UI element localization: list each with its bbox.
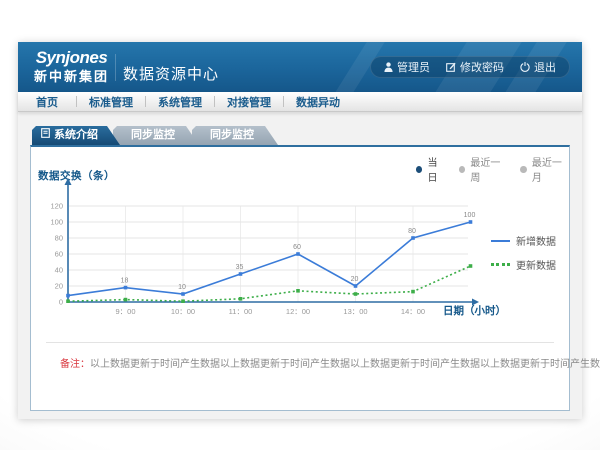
svg-text:100: 100 (50, 218, 63, 227)
page-title: 数据资源中心 (123, 63, 219, 84)
edit-icon (446, 62, 456, 72)
svg-text:14：00: 14：00 (401, 307, 425, 316)
nav-item-standard-mgmt[interactable]: 标准管理 (77, 94, 145, 110)
nav-item-data-change[interactable]: 数据异动 (284, 94, 352, 110)
nav-item-home[interactable]: 首页 (18, 94, 76, 110)
svg-text:120: 120 (50, 202, 63, 211)
svg-text:60: 60 (293, 244, 301, 251)
tab-label: 同步监控 (131, 126, 175, 145)
tab-bar: 系统介绍 同步监控 同步监控 (32, 126, 278, 145)
user-menu-admin-label: 管理员 (397, 59, 430, 75)
svg-text:0: 0 (59, 298, 63, 307)
x-axis-title: 日期（小时） (443, 303, 506, 318)
chart-legend: 新增数据 更新数据 (491, 233, 556, 281)
svg-text:35: 35 (236, 264, 244, 271)
svg-text:18: 18 (121, 278, 129, 285)
app-window: Synjones 新中新集团 数据资源中心 管理员 修改密码 退出 首页 标准管… (18, 42, 582, 419)
main-nav: 首页 标准管理 系统管理 对接管理 数据异动 (18, 92, 582, 112)
tab-sync-monitor-2[interactable]: 同步监控 (192, 126, 278, 145)
nav-item-system-mgmt[interactable]: 系统管理 (146, 94, 214, 110)
legend-label: 新增数据 (516, 233, 556, 248)
tab-sync-monitor-1[interactable]: 同步监控 (113, 126, 199, 145)
svg-text:60: 60 (55, 250, 63, 259)
svg-text:20: 20 (55, 282, 63, 291)
tab-system-intro[interactable]: 系统介绍 (32, 126, 120, 145)
svg-text:13：00: 13：00 (343, 307, 367, 316)
logo: Synjones 新中新集团 (34, 49, 109, 83)
divider (46, 342, 554, 343)
svg-text:11：00: 11：00 (229, 307, 253, 316)
svg-text:80: 80 (55, 234, 63, 243)
user-menu-logout[interactable]: 退出 (520, 59, 556, 75)
footnote-prefix: 备注： (60, 359, 90, 370)
legend-label: 更新数据 (516, 257, 556, 272)
logo-company: 新中新集团 (34, 70, 109, 83)
app-header: Synjones 新中新集团 数据资源中心 管理员 修改密码 退出 (18, 42, 582, 92)
logo-brand: Synjones (34, 49, 109, 66)
legend-item-new-data: 新增数据 (491, 233, 556, 248)
legend-item-update-data: 更新数据 (491, 257, 556, 272)
solid-line-icon (491, 240, 510, 242)
footnote-text: 以上数据更新于时间产生数据以上数据更新于时间产生数据以上数据更新于时间产生数据以… (90, 359, 600, 370)
svg-text:12：00: 12：00 (286, 307, 310, 316)
nav-item-docking-mgmt[interactable]: 对接管理 (215, 94, 283, 110)
tab-label: 同步监控 (210, 126, 254, 145)
svg-text:100: 100 (464, 212, 476, 219)
content-area: 系统介绍 同步监控 同步监控 当日 最近一周 (18, 112, 582, 419)
power-icon (520, 62, 530, 72)
svg-text:9：00: 9：00 (115, 307, 135, 316)
chart-panel: 当日 最近一周 最近一月 数据交换（条） 9：0010：0011：0012：00… (30, 145, 570, 411)
user-menu-admin[interactable]: 管理员 (384, 59, 430, 75)
user-menu: 管理员 修改密码 退出 (370, 56, 570, 78)
user-menu-logout-label: 退出 (534, 59, 556, 75)
footnote: 备注：以上数据更新于时间产生数据以上数据更新于时间产生数据以上数据更新于时间产生… (60, 355, 600, 370)
tab-label: 系统介绍 (54, 126, 98, 145)
svg-text:80: 80 (408, 228, 416, 235)
svg-text:10: 10 (178, 284, 186, 291)
user-menu-change-password-label: 修改密码 (460, 59, 504, 75)
svg-text:10：00: 10：00 (171, 307, 195, 316)
logo-divider (115, 54, 116, 81)
user-menu-change-password[interactable]: 修改密码 (446, 59, 504, 75)
dotted-line-icon (491, 263, 510, 266)
user-icon (384, 62, 393, 72)
svg-text:40: 40 (55, 266, 63, 275)
document-icon (41, 126, 50, 145)
svg-text:20: 20 (351, 276, 359, 283)
